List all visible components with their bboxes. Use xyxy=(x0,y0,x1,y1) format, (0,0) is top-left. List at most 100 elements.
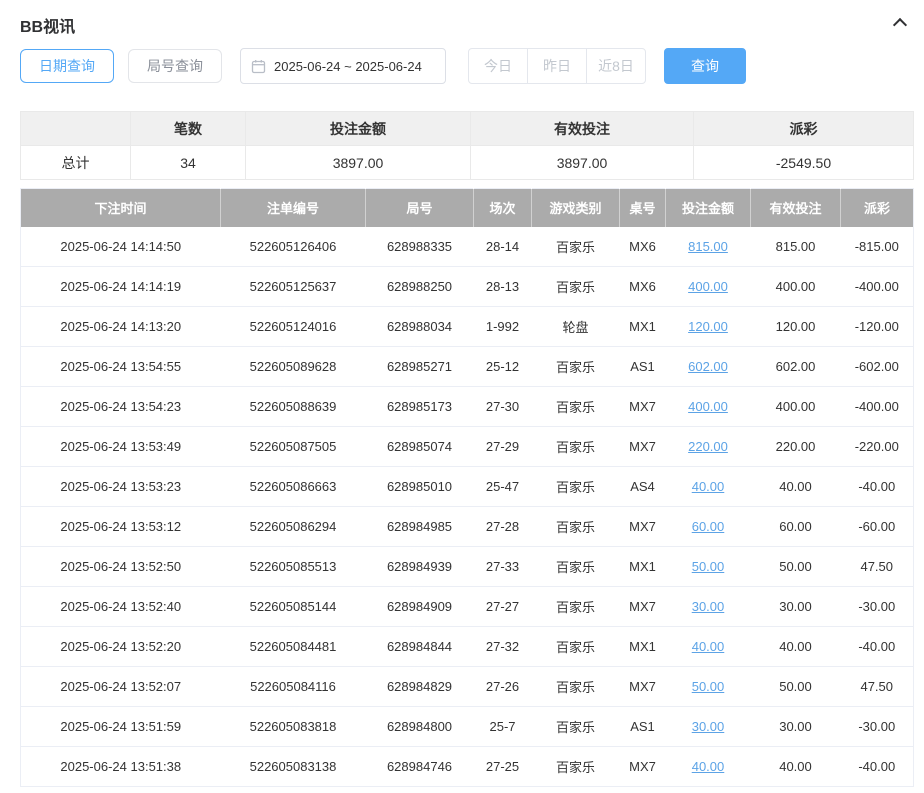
order-id: 522605087505 xyxy=(221,427,366,467)
table-row: 2025-06-24 14:14:50522605126406628988335… xyxy=(21,227,914,267)
table-header-row: 下注时间注单编号局号场次游戏类别桌号投注金额有效投注派彩 xyxy=(21,189,914,227)
session: 1-992 xyxy=(474,307,532,347)
bet-amount: 40.00 xyxy=(666,467,751,507)
round-id: 628984829 xyxy=(366,667,474,707)
payout: 47.50 xyxy=(841,547,914,587)
column-header: 局号 xyxy=(366,189,474,227)
table-row: 2025-06-24 13:52:40522605085144628984909… xyxy=(21,587,914,627)
session: 25-47 xyxy=(474,467,532,507)
bet-time: 2025-06-24 13:53:12 xyxy=(21,507,221,547)
valid-bet: 400.00 xyxy=(751,387,841,427)
today-button[interactable]: 今日 xyxy=(468,48,528,84)
game-type: 百家乐 xyxy=(532,667,620,707)
column-header: 注单编号 xyxy=(221,189,366,227)
bet-amount: 602.00 xyxy=(666,347,751,387)
table-id: MX7 xyxy=(620,427,666,467)
bet-amount-link[interactable]: 120.00 xyxy=(688,319,728,334)
payout: -815.00 xyxy=(841,227,914,267)
table-id: MX7 xyxy=(620,587,666,627)
summary-cell: 34 xyxy=(131,146,246,180)
bet-records-table: 下注时间注单编号局号场次游戏类别桌号投注金额有效投注派彩 2025-06-24 … xyxy=(20,188,914,787)
summary-column-header: 笔数 xyxy=(131,112,246,146)
summary-total-row: 总计343897.003897.00-2549.50 xyxy=(21,146,914,180)
bet-time: 2025-06-24 13:54:55 xyxy=(21,347,221,387)
valid-bet: 220.00 xyxy=(751,427,841,467)
table-row: 2025-06-24 13:52:07522605084116628984829… xyxy=(21,667,914,707)
payout: 47.50 xyxy=(841,667,914,707)
round-id: 628988335 xyxy=(366,227,474,267)
table-id: MX7 xyxy=(620,387,666,427)
summary-column-header: 投注金额 xyxy=(246,112,471,146)
bet-amount-link[interactable]: 40.00 xyxy=(692,759,725,774)
game-type: 百家乐 xyxy=(532,227,620,267)
order-id: 522605124016 xyxy=(221,307,366,347)
table-id: MX6 xyxy=(620,227,666,267)
bet-amount: 40.00 xyxy=(666,747,751,787)
date-query-tab[interactable]: 日期查询 xyxy=(20,49,114,83)
table-row: 2025-06-24 13:51:59522605083818628984800… xyxy=(21,707,914,747)
table-row: 2025-06-24 13:51:38522605083138628984746… xyxy=(21,747,914,787)
game-type: 轮盘 xyxy=(532,307,620,347)
session: 27-26 xyxy=(474,667,532,707)
table-id: MX7 xyxy=(620,747,666,787)
valid-bet: 40.00 xyxy=(751,627,841,667)
bet-amount-link[interactable]: 400.00 xyxy=(688,399,728,414)
yesterday-button[interactable]: 昨日 xyxy=(527,48,587,84)
bet-amount: 50.00 xyxy=(666,667,751,707)
session: 27-29 xyxy=(474,427,532,467)
bet-time: 2025-06-24 14:14:50 xyxy=(21,227,221,267)
round-id: 628984800 xyxy=(366,707,474,747)
session: 25-12 xyxy=(474,347,532,387)
summary-column-header: 派彩 xyxy=(694,112,914,146)
bet-amount-link[interactable]: 602.00 xyxy=(688,359,728,374)
search-button[interactable]: 查询 xyxy=(664,48,746,84)
bet-amount-link[interactable]: 30.00 xyxy=(692,719,725,734)
table-row: 2025-06-24 13:52:50522605085513628984939… xyxy=(21,547,914,587)
chevron-up-icon[interactable] xyxy=(893,18,907,32)
session: 27-32 xyxy=(474,627,532,667)
game-type: 百家乐 xyxy=(532,507,620,547)
valid-bet: 60.00 xyxy=(751,507,841,547)
order-id: 522605085144 xyxy=(221,587,366,627)
game-type: 百家乐 xyxy=(532,707,620,747)
order-id: 522605126406 xyxy=(221,227,366,267)
table-id: MX1 xyxy=(620,547,666,587)
order-id: 522605085513 xyxy=(221,547,366,587)
valid-bet: 50.00 xyxy=(751,547,841,587)
bet-amount: 40.00 xyxy=(666,627,751,667)
bet-amount: 400.00 xyxy=(666,387,751,427)
page-title: BB视讯 xyxy=(20,13,75,37)
column-header: 派彩 xyxy=(841,189,914,227)
bet-amount-link[interactable]: 400.00 xyxy=(688,279,728,294)
table-id: MX6 xyxy=(620,267,666,307)
bet-time: 2025-06-24 14:13:20 xyxy=(21,307,221,347)
column-header: 投注金额 xyxy=(666,189,751,227)
round-query-tab[interactable]: 局号查询 xyxy=(128,49,222,83)
column-header: 有效投注 xyxy=(751,189,841,227)
valid-bet: 30.00 xyxy=(751,587,841,627)
bet-amount: 30.00 xyxy=(666,707,751,747)
date-range-picker[interactable]: 2025-06-24 ~ 2025-06-24 xyxy=(240,48,446,84)
bet-amount-link[interactable]: 40.00 xyxy=(692,479,725,494)
payout: -60.00 xyxy=(841,507,914,547)
bet-amount: 220.00 xyxy=(666,427,751,467)
session: 27-25 xyxy=(474,747,532,787)
bet-amount-link[interactable]: 50.00 xyxy=(692,679,725,694)
bet-amount-link[interactable]: 220.00 xyxy=(688,439,728,454)
bet-amount-link[interactable]: 60.00 xyxy=(692,519,725,534)
payout: -120.00 xyxy=(841,307,914,347)
payout: -40.00 xyxy=(841,467,914,507)
page: BB视讯 日期查询 局号查询 2025-06-24 ~ 2025-06-24 今… xyxy=(0,0,924,787)
bet-amount-link[interactable]: 30.00 xyxy=(692,599,725,614)
bet-amount: 120.00 xyxy=(666,307,751,347)
round-id: 628985074 xyxy=(366,427,474,467)
valid-bet: 50.00 xyxy=(751,667,841,707)
last-8-days-button[interactable]: 近8日 xyxy=(586,48,646,84)
bet-amount-link[interactable]: 40.00 xyxy=(692,639,725,654)
bet-amount-link[interactable]: 815.00 xyxy=(688,239,728,254)
valid-bet: 602.00 xyxy=(751,347,841,387)
game-type: 百家乐 xyxy=(532,587,620,627)
bet-amount-link[interactable]: 50.00 xyxy=(692,559,725,574)
payout: -40.00 xyxy=(841,627,914,667)
round-id: 628984746 xyxy=(366,747,474,787)
